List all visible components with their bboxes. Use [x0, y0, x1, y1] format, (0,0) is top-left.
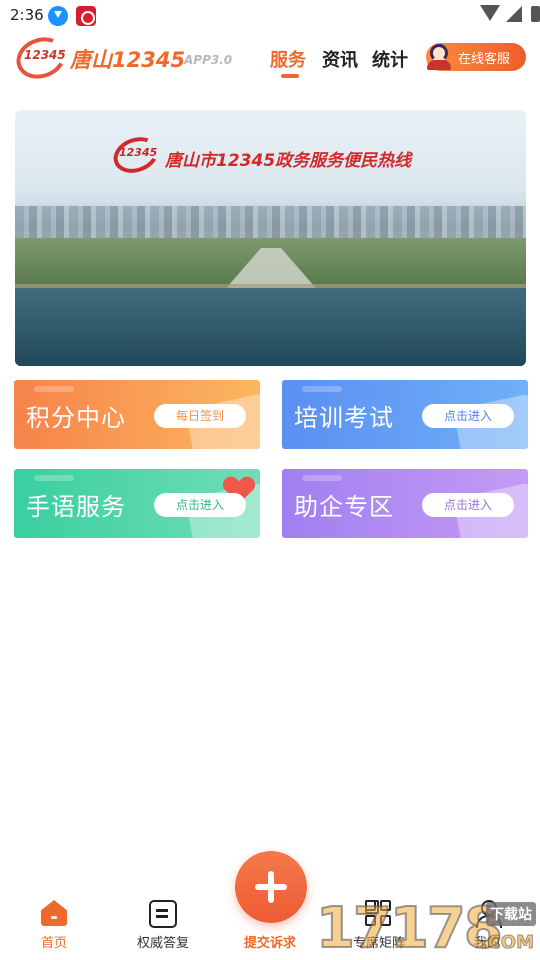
training-exam-title: 培训考试: [294, 404, 394, 432]
nav-home-label: 首页: [40, 936, 67, 951]
online-service-button[interactable]: 在线客服: [426, 43, 526, 71]
business-zone-card[interactable]: 助企专区 点击进入: [282, 469, 528, 538]
grid-icon: [365, 900, 393, 928]
banner-cityscape: [15, 206, 526, 240]
nav-authoritative-answers[interactable]: 权威答复: [118, 896, 208, 956]
business-zone-enter-button[interactable]: 点击进入: [422, 493, 514, 517]
status-time: 2:36: [10, 6, 44, 24]
status-bar: 2:36: [0, 0, 540, 32]
signal-icon: [506, 6, 522, 22]
banner-carousel[interactable]: 12345 唐山市12345政务服务便民热线: [15, 110, 526, 366]
banner-logo-number: 12345: [119, 146, 158, 159]
points-center-card[interactable]: 积分中心 每日签到: [14, 380, 260, 449]
wifi-icon: [480, 5, 500, 21]
app-title: 唐山12345: [70, 48, 186, 72]
tab-statistics[interactable]: 统计: [372, 46, 408, 72]
daily-checkin-button[interactable]: 每日签到: [154, 404, 246, 428]
app-logo-number: 12345: [24, 48, 66, 62]
home-icon: [40, 900, 68, 928]
online-service-label: 在线客服: [458, 52, 511, 67]
training-enter-button[interactable]: 点击进入: [422, 404, 514, 428]
nav-home[interactable]: 首页: [9, 896, 99, 956]
nav-answers-label: 权威答复: [136, 936, 189, 951]
app-notification-icon: [76, 6, 96, 26]
points-center-title: 积分中心: [26, 404, 126, 432]
business-zone-title: 助企专区: [294, 493, 394, 521]
user-icon: [473, 900, 502, 928]
submit-request-fab[interactable]: [235, 851, 307, 923]
sign-language-title: 手语服务: [26, 493, 126, 521]
app-header: 12345 唐山12345 APP3.0 服务 资讯 统计 在线客服: [0, 30, 540, 86]
sign-language-enter-button[interactable]: 点击进入: [154, 493, 246, 517]
sign-language-card[interactable]: 手语服务 点击进入: [14, 469, 260, 538]
nav-submit-label: 提交诉求: [243, 936, 296, 951]
tab-service[interactable]: 服务: [270, 46, 306, 72]
tab-news[interactable]: 资讯: [322, 46, 358, 72]
banner-lake: [15, 288, 526, 366]
training-exam-card[interactable]: 培训考试 点击进入: [282, 380, 528, 449]
nav-matrix-label: 专席矩阵: [352, 936, 405, 951]
nav-mine-label: 我的: [473, 936, 500, 951]
tab-active-indicator: [281, 74, 299, 78]
app-version: APP3.0: [184, 53, 233, 67]
download-notification-icon: [48, 6, 68, 26]
agent-avatar-icon: [424, 40, 454, 72]
battery-icon: [531, 6, 540, 22]
nav-mine[interactable]: 我的: [442, 896, 532, 956]
banner-title: 唐山市12345政务服务便民热线: [165, 151, 412, 171]
answers-icon: [149, 900, 177, 928]
nav-specialist-matrix[interactable]: 专席矩阵: [334, 896, 424, 956]
